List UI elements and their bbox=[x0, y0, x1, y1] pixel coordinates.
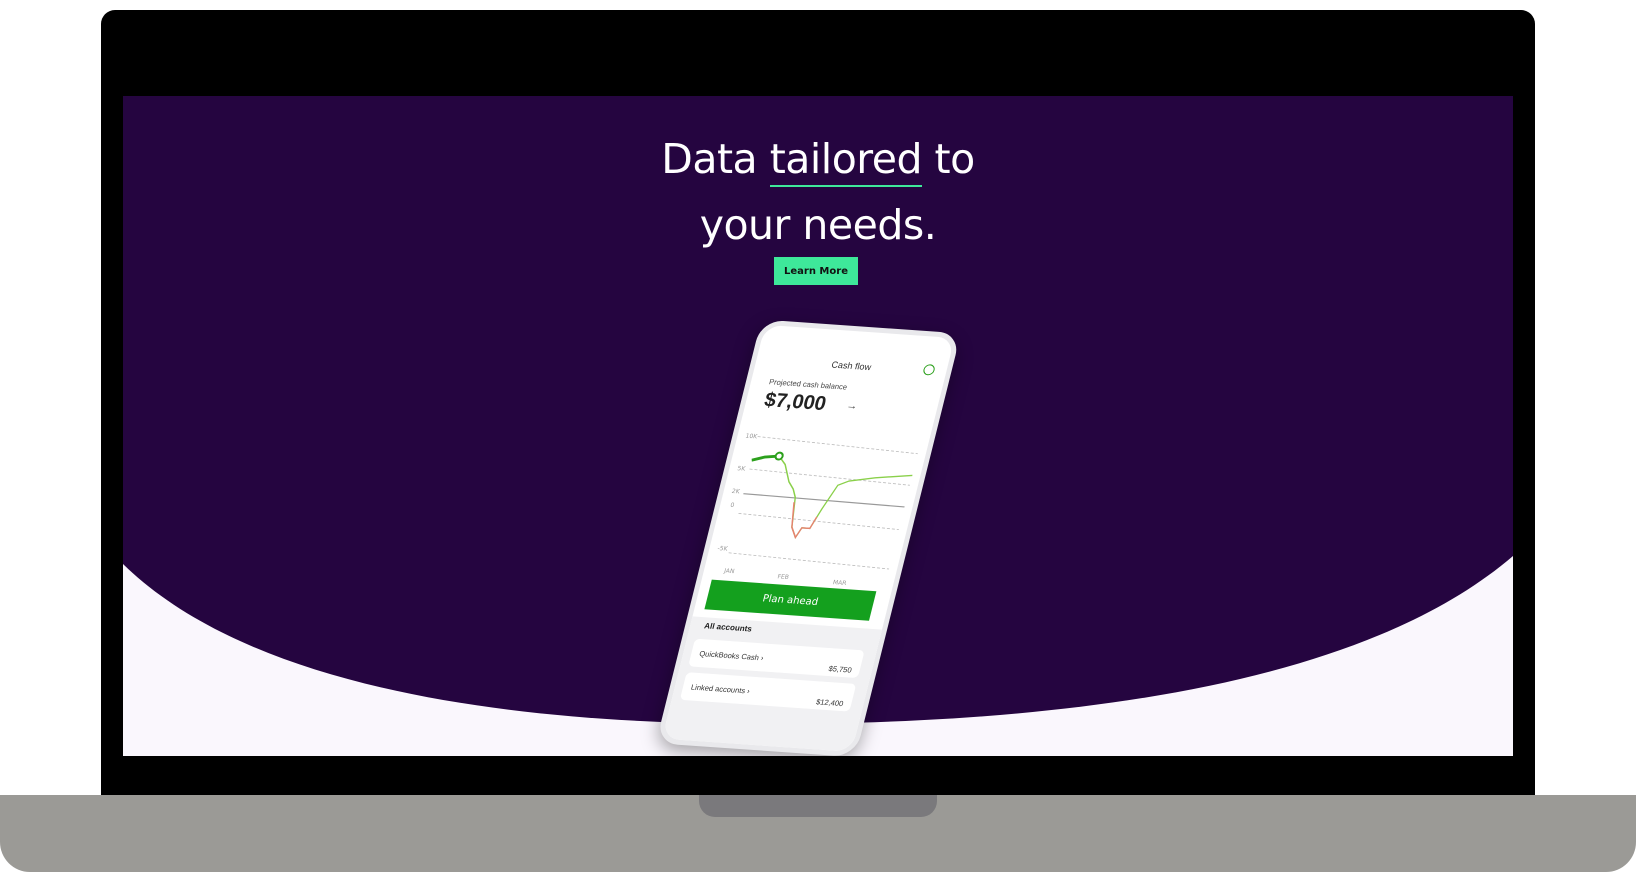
screen: Data tailored to your needs. Learn More … bbox=[123, 96, 1513, 756]
learn-more-button[interactable]: Learn More bbox=[774, 257, 858, 285]
phone-title: Cash flow bbox=[830, 359, 873, 373]
laptop-notch bbox=[699, 795, 937, 817]
cash-flow-chart: 10K 5K 2K 0 -5K JAN FEB MAR bbox=[717, 433, 918, 587]
y-tick-2k: 2K bbox=[731, 488, 741, 495]
chart-current-marker[interactable] bbox=[774, 451, 784, 461]
arrow-right-icon[interactable]: → bbox=[845, 400, 859, 413]
projected-amount: $7,000 bbox=[762, 389, 829, 416]
phone-mockup: Cash flow Projected cash balance $7,000 … bbox=[655, 316, 961, 756]
cash-flow-negative-segment bbox=[791, 502, 818, 539]
headline-line-2: your needs. bbox=[699, 201, 937, 249]
x-tick-feb: FEB bbox=[777, 573, 790, 581]
headline-underlined-word: tailored bbox=[769, 133, 923, 187]
y-tick-10k: 10K bbox=[745, 433, 759, 441]
x-tick-mar: MAR bbox=[832, 579, 848, 587]
x-tick-jan: JAN bbox=[722, 568, 735, 576]
account-value: $5,750 bbox=[827, 664, 853, 675]
account-value: $12,400 bbox=[815, 697, 845, 709]
account-name: QuickBooks Cash › bbox=[698, 649, 765, 663]
headline-part-3: to bbox=[922, 135, 976, 183]
y-tick-0: 0 bbox=[729, 502, 735, 509]
cash-flow-projection-line bbox=[778, 455, 913, 539]
hero-headline: Data tailored to your needs. bbox=[123, 126, 1513, 258]
y-tick-neg5k: -5K bbox=[717, 545, 730, 553]
account-name: Linked accounts › bbox=[690, 682, 751, 696]
y-tick-5k: 5K bbox=[737, 465, 747, 472]
headline-part-1: Data bbox=[661, 135, 770, 183]
